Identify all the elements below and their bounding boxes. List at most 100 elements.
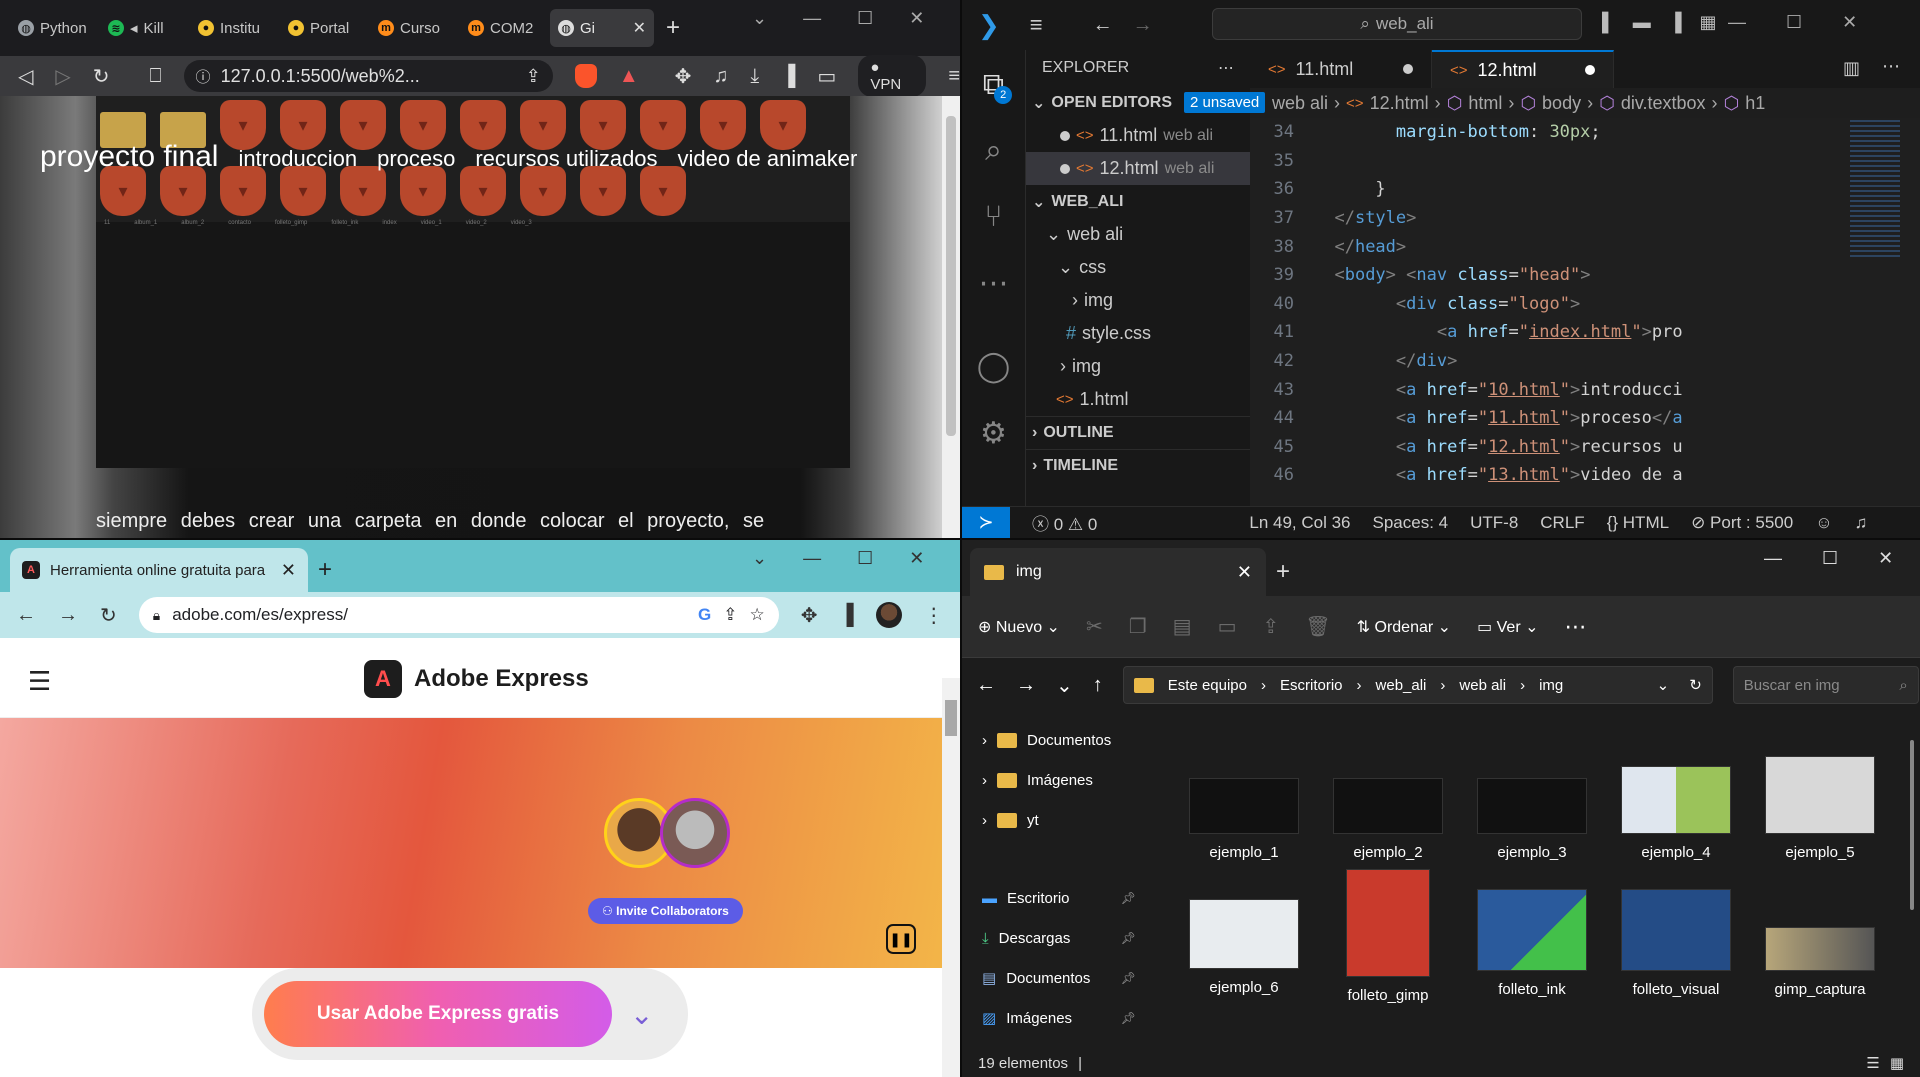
omnibox[interactable]: 🔒︎ adobe.com/es/express/ G ⇪ ☆ <box>138 597 779 633</box>
new-tab-button[interactable]: + <box>1276 558 1290 586</box>
delete-icon[interactable]: 🗑︎ <box>1305 614 1330 639</box>
search-box[interactable]: Buscar en img ⌕ <box>1732 666 1919 704</box>
minimize-icon[interactable]: — <box>1764 548 1782 569</box>
file-item[interactable]: folleto_gimp <box>1316 869 1460 1004</box>
breadcrumb-item[interactable]: Este equipo <box>1168 677 1247 694</box>
problems-indicator[interactable]: ⓧ 0 ⚠ 0 <box>1032 510 1097 535</box>
rewards-icon[interactable]: ▲ <box>619 65 639 88</box>
reload-icon[interactable]: ↻ <box>93 64 110 89</box>
view-button[interactable]: ▭ Ver ⌄ <box>1477 617 1538 637</box>
close-window-icon[interactable]: ✕ <box>1842 12 1857 33</box>
tree-folder[interactable]: › img <box>1026 284 1250 317</box>
breadcrumb-item[interactable]: body <box>1542 93 1581 114</box>
brave-tab[interactable]: ◍ Python <box>10 9 98 47</box>
back-icon[interactable]: ← <box>976 674 996 697</box>
code-token[interactable]: 11.html <box>1488 408 1560 428</box>
breadcrumb-item[interactable]: web_ali <box>1376 677 1427 694</box>
tiles-view-icon[interactable]: ▦ <box>1890 1054 1904 1072</box>
account-icon[interactable]: ◯ <box>977 349 1011 384</box>
more-menu-icon[interactable]: ⋮ <box>924 603 944 628</box>
editor-tab[interactable]: <> 11.html <box>1250 50 1432 88</box>
file-item[interactable]: folleto_ink <box>1460 889 1604 1004</box>
page-scrollbar[interactable] <box>942 678 960 1077</box>
settings-gear-icon[interactable]: ⚙ <box>980 416 1007 451</box>
workspace-section[interactable]: ⌄ WEB_ALI <box>1026 185 1250 218</box>
close-window-icon[interactable]: ✕ <box>909 8 924 29</box>
more-options-icon[interactable]: ⋯ <box>1565 614 1587 640</box>
unsaved-dot-icon[interactable] <box>1585 65 1595 75</box>
file-item[interactable]: ejemplo_1 <box>1172 756 1316 861</box>
share-icon[interactable]: ⇪ <box>526 66 541 87</box>
breadcrumb-item[interactable]: 12.html <box>1370 93 1429 114</box>
refresh-icon[interactable]: ↻ <box>1689 676 1702 694</box>
history-chevron-icon[interactable]: ⌄ <box>1657 676 1670 694</box>
customize-layout-icon[interactable]: ▦ <box>1700 12 1717 33</box>
nav-item[interactable]: › Documentos <box>962 720 1152 760</box>
more-actions-icon[interactable]: ⋯ <box>1882 56 1900 88</box>
media-icon[interactable]: ♫ <box>713 65 728 88</box>
tree-folder[interactable]: ⌄ css <box>1026 251 1250 284</box>
encoding[interactable]: UTF-8 <box>1470 513 1518 533</box>
double-chevron-down-icon[interactable]: ⌄ <box>630 998 653 1031</box>
editor-tab-active[interactable]: <> 12.html <box>1432 50 1614 88</box>
pin-icon[interactable]: 📌︎ <box>1121 931 1136 945</box>
file-item[interactable]: ejemplo_5 <box>1748 756 1892 861</box>
bookmark-icon[interactable]: ⎕ <box>150 65 162 88</box>
forward-icon[interactable]: → <box>1016 674 1036 697</box>
forward-icon[interactable]: ▷ <box>55 64 70 89</box>
quick-access-item[interactable]: ⤓ Descargas 📌︎ <box>962 918 1152 958</box>
notifications-bell-icon[interactable]: ♫ <box>1855 513 1868 533</box>
details-view-icon[interactable]: ☰ <box>1866 1054 1879 1072</box>
close-window-icon[interactable]: ✕ <box>909 548 924 569</box>
google-icon[interactable]: G <box>698 605 711 625</box>
file-grid-scrollbar[interactable] <box>1910 740 1914 910</box>
live-server-port[interactable]: ⊘ Port : 5500 <box>1691 513 1793 533</box>
new-tab-button[interactable]: + <box>666 14 680 42</box>
address-bar[interactable]: ⓘ 127.0.0.1:5500/web%2... ⇪ <box>183 60 553 92</box>
more-icon[interactable]: ⋯ <box>979 266 1009 301</box>
new-tab-button[interactable]: + <box>318 556 332 584</box>
sidebar-icon[interactable]: ▐ <box>781 65 795 88</box>
copy-icon[interactable]: ❐ <box>1129 614 1147 639</box>
line-ending[interactable]: CRLF <box>1540 513 1584 533</box>
adobe-brand[interactable]: A Adobe Express <box>364 660 589 698</box>
breadcrumb-item[interactable]: web ali <box>1459 677 1506 694</box>
maximize-icon[interactable]: ☐ <box>857 548 873 569</box>
cursor-position[interactable]: Ln 49, Col 36 <box>1249 513 1350 533</box>
close-tab-icon[interactable]: ✕ <box>1237 562 1252 583</box>
code-token[interactable]: 13.html <box>1488 465 1560 485</box>
forward-icon[interactable]: → <box>58 604 78 627</box>
up-icon[interactable]: ↑ <box>1093 674 1103 697</box>
command-center-search[interactable]: ⌕ web_ali <box>1212 8 1582 40</box>
back-icon[interactable]: ← <box>1093 14 1113 37</box>
sort-button[interactable]: ⇅ Ordenar ⌄ <box>1357 617 1451 637</box>
pause-animation-button[interactable]: ❚❚ <box>886 924 916 954</box>
page-scrollbar[interactable] <box>942 96 960 538</box>
profile-avatar[interactable] <box>875 602 902 628</box>
recent-chevron-icon[interactable]: ⌄ <box>1056 673 1073 698</box>
vpn-button[interactable]: ● VPN <box>858 55 927 97</box>
side-panel-icon[interactable]: ▐ <box>840 604 854 627</box>
download-icon[interactable]: ⤓ <box>750 65 759 88</box>
pin-icon[interactable]: 📌︎ <box>1121 971 1136 985</box>
use-adobe-express-button[interactable]: Usar Adobe Express gratis <box>264 981 612 1047</box>
split-editor-icon[interactable]: ▥ <box>1843 58 1860 88</box>
quick-access-item[interactable]: ▨ Imágenes 📌︎ <box>962 998 1152 1038</box>
language-mode[interactable]: {} HTML <box>1607 513 1669 533</box>
tree-file[interactable]: <> 1.html <box>1026 383 1250 416</box>
nav-link[interactable]: recursos utilizados <box>475 146 657 172</box>
source-control-icon[interactable]: ⑂ <box>985 200 1003 234</box>
minimize-icon[interactable]: — <box>1728 12 1746 33</box>
wallet-icon[interactable]: ▭ <box>817 64 836 89</box>
brave-tab[interactable]: m COM2 <box>460 9 548 47</box>
file-item[interactable]: folleto_visual <box>1604 889 1748 1004</box>
brave-tab[interactable]: ● Portal <box>280 9 368 47</box>
explorer-icon[interactable]: ⧉ 2 <box>983 68 1013 104</box>
pin-icon[interactable]: 📌︎ <box>1121 1011 1136 1025</box>
close-tab-icon[interactable]: ✕ <box>281 560 296 581</box>
breadcrumb-item[interactable]: Escritorio <box>1280 677 1343 694</box>
close-window-icon[interactable]: ✕ <box>1878 548 1893 569</box>
tree-file[interactable]: # style.css <box>1026 317 1250 350</box>
nav-link[interactable]: proceso <box>377 146 455 172</box>
brave-tab-active[interactable]: ◍ Gi ✕ <box>550 9 654 47</box>
